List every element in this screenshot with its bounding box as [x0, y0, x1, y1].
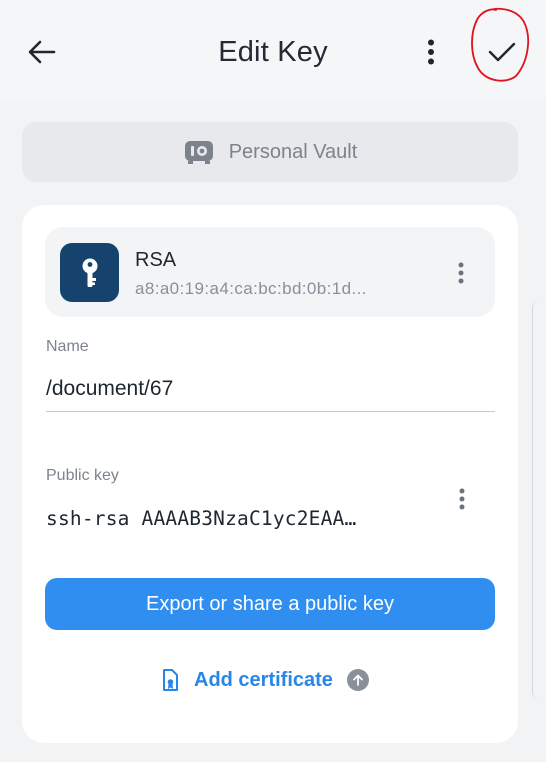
upload-arrow-icon — [346, 669, 369, 691]
vault-safe-icon — [183, 139, 215, 165]
save-button[interactable] — [480, 30, 524, 74]
page-title: Edit Key — [218, 36, 328, 68]
certificate-icon — [162, 669, 178, 691]
key-icon — [60, 243, 119, 302]
key-more-button[interactable] — [449, 257, 473, 289]
scroll-edge — [532, 300, 541, 700]
app-bar: Edit Key — [0, 0, 546, 100]
more-vertical-icon — [428, 39, 434, 65]
public-key-more-button[interactable] — [450, 483, 474, 515]
more-vertical-icon — [459, 488, 465, 510]
key-details-card: RSA a8:a0:19:a4:ca:bc:bd:0b:1d... Name P… — [22, 205, 518, 743]
key-summary-row[interactable]: RSA a8:a0:19:a4:ca:bc:bd:0b:1d... — [45, 227, 495, 317]
key-fingerprint: a8:a0:19:a4:ca:bc:bd:0b:1d... — [135, 279, 367, 298]
vault-selector[interactable]: Personal Vault — [22, 122, 518, 182]
export-public-key-button[interactable]: Export or share a public key — [45, 578, 495, 630]
public-key-value[interactable]: ssh-rsa AAAAB3NzaC1yc2EAA… — [46, 507, 426, 530]
public-key-label: Public key — [46, 467, 119, 484]
name-field[interactable] — [46, 367, 495, 412]
more-options-button[interactable] — [416, 34, 446, 70]
check-icon — [488, 42, 516, 62]
vault-label: Personal Vault — [228, 140, 358, 163]
add-certificate-button[interactable]: Add certificate — [162, 665, 369, 695]
name-label: Name — [46, 338, 89, 355]
key-type: RSA — [135, 249, 177, 271]
add-certificate-label: Add certificate — [194, 668, 333, 691]
more-vertical-icon — [458, 262, 464, 284]
